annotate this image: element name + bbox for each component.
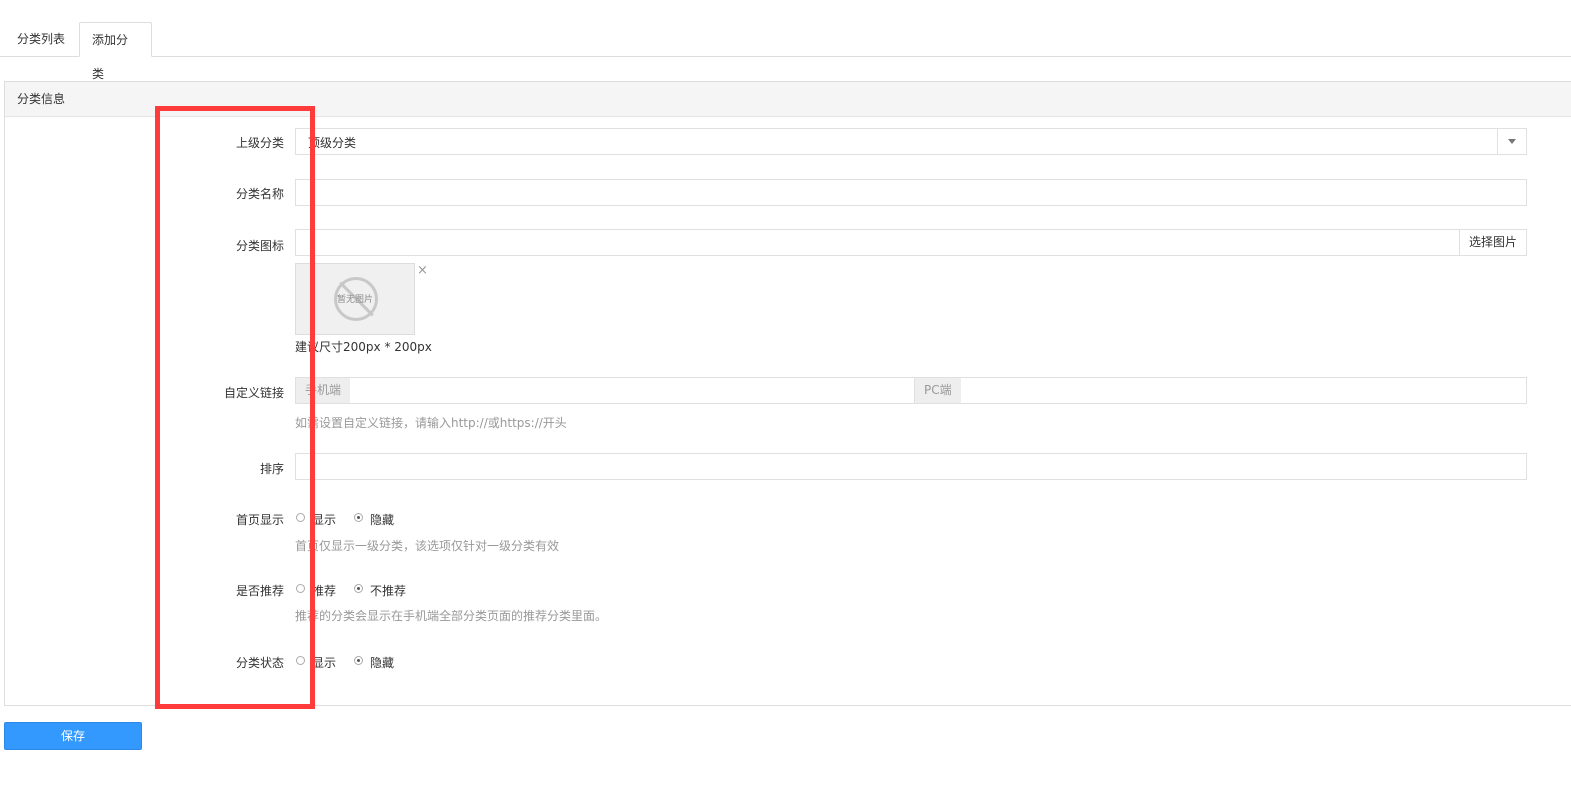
- recommend-no-radio[interactable]: [354, 584, 363, 593]
- sort-label: 排序: [259, 462, 284, 476]
- category-name-label: 分类名称: [235, 187, 284, 201]
- icon-size-hint: 建议尺寸200px * 200px: [295, 340, 432, 354]
- recommend-no-label[interactable]: 不推荐: [370, 582, 406, 599]
- status-show-radio[interactable]: [296, 656, 305, 665]
- no-image-text: 暂无图片: [336, 295, 373, 305]
- chevron-down-icon: [1497, 129, 1526, 154]
- remove-image-icon[interactable]: ×: [417, 264, 428, 277]
- status-label: 分类状态: [235, 656, 284, 670]
- custom-link-help: 如需设置自定义链接，请输入http://或https://开头: [295, 416, 567, 430]
- home-display-hide-radio[interactable]: [354, 513, 363, 522]
- parent-category-select[interactable]: 顶级分类: [295, 128, 1527, 155]
- parent-category-value: 顶级分类: [308, 136, 357, 150]
- custom-link-label: 自定义链接: [223, 386, 284, 400]
- recommend-help: 推荐的分类会显示在手机端全部分类页面的推荐分类里面。: [295, 609, 608, 623]
- mobile-link-input[interactable]: [350, 378, 913, 403]
- custom-link-group: 手机端 PC端: [295, 377, 1527, 404]
- category-name-input[interactable]: [295, 179, 1527, 206]
- status-hide-radio[interactable]: [354, 656, 363, 665]
- tab-bar: 分类列表 添加分类: [0, 22, 1571, 81]
- recommend-label: 是否推荐: [235, 584, 284, 598]
- home-display-show-label[interactable]: 显示: [312, 511, 336, 528]
- icon-preview: 暂无图片: [295, 263, 415, 335]
- category-icon-input[interactable]: [295, 229, 1460, 256]
- status-hide-label[interactable]: 隐藏: [370, 654, 394, 671]
- pc-link-input[interactable]: [961, 378, 1526, 403]
- pc-addon: PC端: [914, 378, 962, 403]
- home-display-label: 首页显示: [235, 513, 284, 527]
- panel-title: 分类信息: [5, 82, 1571, 117]
- mobile-addon: 手机端: [296, 378, 352, 403]
- tab-category-list[interactable]: 分类列表: [5, 22, 77, 57]
- status-show-label[interactable]: 显示: [312, 654, 336, 671]
- home-display-help: 首页仅显示一级分类，该选项仅针对一级分类有效: [295, 539, 560, 553]
- recommend-yes-label[interactable]: 推荐: [312, 582, 336, 599]
- home-display-show-radio[interactable]: [296, 513, 305, 522]
- parent-category-label: 上级分类: [235, 136, 284, 150]
- save-button[interactable]: 保存: [4, 722, 142, 750]
- recommend-yes-radio[interactable]: [296, 584, 305, 593]
- home-display-hide-label[interactable]: 隐藏: [370, 511, 394, 528]
- tab-add-category[interactable]: 添加分类: [79, 22, 152, 81]
- select-image-button[interactable]: 选择图片: [1459, 229, 1527, 256]
- sort-input[interactable]: [295, 453, 1527, 480]
- category-icon-label: 分类图标: [235, 239, 284, 253]
